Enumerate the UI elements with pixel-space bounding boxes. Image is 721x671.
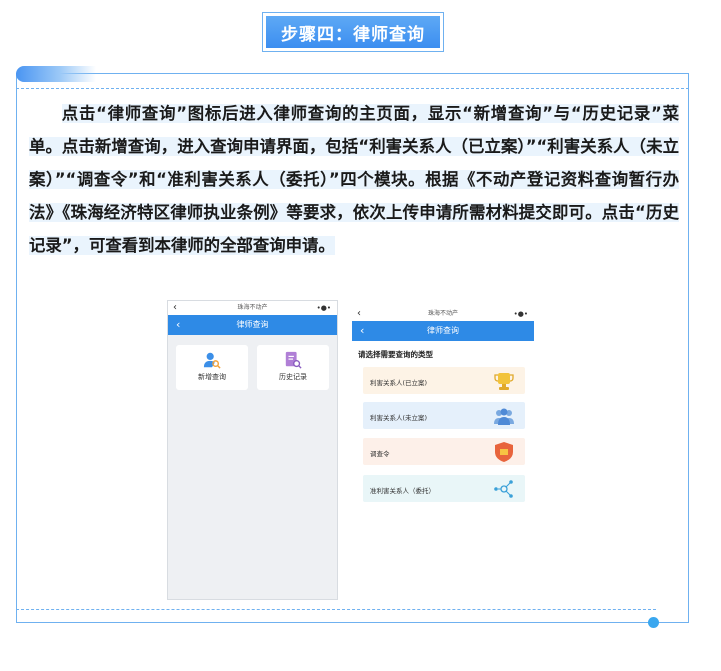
nav-back-icon[interactable]: ‹	[360, 321, 364, 341]
history-record-tile[interactable]: 历史记录	[257, 345, 329, 390]
paragraph-line-1: 点击“律师查询”图标后进入律师查询的主页面，显示“新增查询”与“历	[61, 104, 600, 123]
paragraph-line-6: 到本律师的全部查询申请。	[138, 236, 335, 255]
person-search-icon	[203, 352, 221, 369]
more-icon[interactable]: •●•	[317, 301, 331, 315]
description-paragraph: 点击“律师查询”图标后进入律师查询的主页面，显示“新增查询”与“历史记录”菜单。…	[29, 97, 679, 262]
frame-tab-decoration	[16, 66, 96, 82]
nav-bar: ‹ 律师查询	[168, 315, 337, 335]
nav-title: 律师查询	[236, 320, 269, 329]
back-arrow-icon[interactable]: ‹	[357, 307, 361, 321]
tile-label-history: 历史记录	[279, 373, 307, 381]
status-bar: ‹ 珠海不动产 •●•	[168, 301, 337, 315]
nav-title: 律师查询	[427, 326, 459, 335]
group-icon	[494, 408, 514, 425]
bottom-dashed-divider	[16, 609, 656, 610]
card-investigation-order[interactable]: 调查令	[363, 438, 525, 465]
nav-bar: ‹ 律师查询	[352, 321, 534, 341]
more-icon[interactable]: •●•	[514, 307, 528, 321]
top-dashed-divider	[16, 88, 689, 89]
phone-screenshot-lawyer-home: ‹ 珠海不动产 •●• ‹ 律师查询 新增查询 历史记录	[167, 300, 338, 600]
corner-dot-decoration	[648, 617, 659, 628]
tile-label-new-query: 新增查询	[198, 373, 226, 381]
card-quasi-interested-party[interactable]: 准利害关系人（委托）	[363, 475, 525, 502]
card-label: 利害关系人(未立案)	[370, 414, 428, 422]
step-title-box: 步骤四：律师查询	[262, 12, 444, 52]
card-label: 利害关系人(已立案)	[370, 379, 428, 387]
status-bar: ‹ 珠海不动产 •●•	[352, 307, 534, 321]
card-unfiled-interested-party[interactable]: 利害关系人(未立案)	[363, 402, 525, 429]
trophy-icon	[494, 373, 514, 390]
card-filed-interested-party[interactable]: 利害关系人(已立案)	[363, 367, 525, 394]
step-title: 步骤四：律师查询	[266, 16, 440, 48]
app-title: 珠海不动产	[427, 310, 458, 317]
network-icon	[494, 480, 513, 498]
app-title: 珠海不动产	[237, 304, 268, 311]
new-query-tile[interactable]: 新增查询	[176, 345, 248, 390]
phone-screenshot-query-type: ‹ 珠海不动产 •●• ‹ 律师查询 请选择需要查询的类型 利害关系人(已立案)…	[352, 307, 534, 520]
section-title: 请选择需要查询的类型	[358, 350, 433, 359]
card-label: 调查令	[370, 450, 390, 458]
shield-icon	[495, 442, 513, 462]
nav-back-icon[interactable]: ‹	[176, 315, 180, 335]
record-search-icon	[285, 351, 302, 369]
back-arrow-icon[interactable]: ‹	[173, 301, 177, 315]
card-label: 准利害关系人（委托）	[370, 487, 435, 495]
